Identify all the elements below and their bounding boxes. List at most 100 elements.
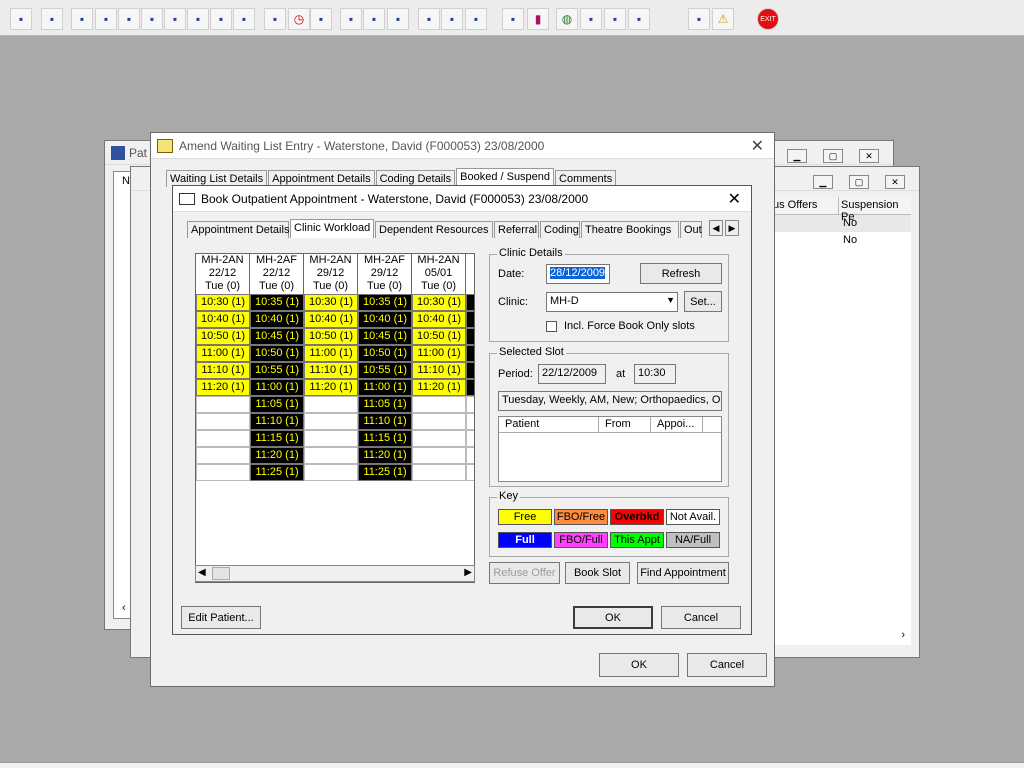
- ok-button[interactable]: OK: [599, 653, 679, 677]
- clock-icon[interactable]: ◷: [288, 8, 310, 30]
- appointment-slot[interactable]: 11:00 (1): [304, 345, 358, 362]
- vehicle-icon[interactable]: ▪: [210, 8, 232, 30]
- empty-slot[interactable]: [196, 464, 250, 481]
- scroll-right-arrow[interactable]: ›: [901, 629, 905, 641]
- appointment-slot[interactable]: 10:40 (1): [250, 311, 304, 328]
- scroll-left-arrow[interactable]: ◀: [198, 567, 206, 578]
- tab-theatre-bookings[interactable]: Theatre Bookings: [581, 221, 679, 238]
- appointment-slot[interactable]: 1: [466, 294, 474, 311]
- period-field[interactable]: 22/12/2009: [538, 364, 606, 384]
- inbox-icon[interactable]: ▪: [580, 8, 602, 30]
- column-header-from[interactable]: From: [599, 417, 651, 432]
- tab-referral[interactable]: Referral: [494, 221, 539, 238]
- appointment-slot[interactable]: 10:40 (1): [358, 311, 412, 328]
- appointment-slot[interactable]: 10:40 (1): [304, 311, 358, 328]
- scroll-left-arrow[interactable]: ‹: [122, 602, 126, 614]
- empty-slot[interactable]: [412, 396, 466, 413]
- empty-slot[interactable]: [412, 430, 466, 447]
- globe-icon[interactable]: ◍: [556, 8, 578, 30]
- refresh-button[interactable]: Refresh: [640, 263, 722, 284]
- column-header-appointment[interactable]: Appoi...: [651, 417, 703, 432]
- tab-clinic-workload[interactable]: Clinic Workload: [290, 219, 374, 238]
- close-icon[interactable]: ✕: [728, 189, 741, 209]
- empty-slot[interactable]: [466, 447, 474, 464]
- minimize-button[interactable]: ▁: [813, 175, 833, 189]
- appointment-slot[interactable]: 11:25 (1): [250, 464, 304, 481]
- appointment-slot[interactable]: 11:20 (1): [304, 379, 358, 396]
- scroll-right-arrow[interactable]: ▶: [464, 567, 472, 578]
- monitor-icon[interactable]: ▪: [310, 8, 332, 30]
- empty-slot[interactable]: [466, 430, 474, 447]
- appointment-slot[interactable]: 1: [466, 379, 474, 396]
- empty-slot[interactable]: [196, 396, 250, 413]
- empty-slot[interactable]: [196, 413, 250, 430]
- target-icon[interactable]: ▪: [387, 8, 409, 30]
- ok-button[interactable]: OK: [573, 606, 653, 629]
- warning-icon[interactable]: ⚠: [712, 8, 734, 30]
- force-book-checkbox[interactable]: [546, 321, 557, 332]
- note-icon[interactable]: ▪: [187, 8, 209, 30]
- appointment-slot[interactable]: 10:40 (1): [196, 311, 250, 328]
- scroll-thumb[interactable]: [212, 567, 230, 580]
- appointment-slot[interactable]: 10:40 (1): [412, 311, 466, 328]
- close-icon[interactable]: ✕: [751, 136, 764, 156]
- maximize-button[interactable]: ▢: [823, 149, 843, 163]
- appointment-slot[interactable]: 1: [466, 328, 474, 345]
- column-header-patient[interactable]: Patient: [499, 417, 599, 432]
- clinic-column-header[interactable]: MH-2AN 29/12 Tue (0): [304, 254, 358, 294]
- table-row[interactable]: No: [771, 232, 911, 249]
- appointment-slot[interactable]: 11:25 (1): [358, 464, 412, 481]
- appointment-slot[interactable]: 1: [466, 345, 474, 362]
- appointment-slot[interactable]: 10:45 (1): [358, 328, 412, 345]
- empty-slot[interactable]: [466, 396, 474, 413]
- chevron-down-icon[interactable]: ▼: [666, 295, 675, 305]
- tab-dependent-resources[interactable]: Dependent Resources: [375, 221, 493, 238]
- empty-slot[interactable]: [466, 464, 474, 481]
- appointment-slot[interactable]: 11:10 (1): [250, 413, 304, 430]
- appointment-slot[interactable]: 11:20 (1): [196, 379, 250, 396]
- user-icon[interactable]: ▪: [10, 8, 32, 30]
- appointment-slot[interactable]: 11:15 (1): [250, 430, 304, 447]
- printer-icon[interactable]: ▪: [41, 8, 63, 30]
- tab-appointment-details[interactable]: Appointment Details: [187, 221, 289, 238]
- clinic-column-header[interactable]: MH-2AF 22/12 Tue (0): [250, 254, 304, 294]
- time-field[interactable]: 10:30: [634, 364, 676, 384]
- document-icon[interactable]: ▪: [363, 8, 385, 30]
- find-appointment-button[interactable]: Find Appointment: [637, 562, 729, 584]
- clinic-column-header[interactable]: MH-2AF 29/12 Tue (0): [358, 254, 412, 294]
- appointment-slot[interactable]: 10:55 (1): [358, 362, 412, 379]
- appointment-slot[interactable]: 11:20 (1): [412, 379, 466, 396]
- horizontal-scrollbar[interactable]: ◀ ▶: [195, 565, 475, 582]
- grid-icon[interactable]: ▪: [118, 8, 140, 30]
- set-button[interactable]: Set...: [684, 291, 722, 312]
- appointment-slot[interactable]: 10:55 (1): [250, 362, 304, 379]
- appointment-slot[interactable]: 11:05 (1): [250, 396, 304, 413]
- person-icon[interactable]: ▪: [164, 8, 186, 30]
- bar-chart-icon[interactable]: ▮: [527, 8, 549, 30]
- empty-slot[interactable]: [466, 413, 474, 430]
- appointment-slot[interactable]: 11:20 (1): [250, 447, 304, 464]
- empty-slot[interactable]: [304, 430, 358, 447]
- appointment-slot[interactable]: 11:10 (1): [412, 362, 466, 379]
- letter-m-icon[interactable]: ▪: [141, 8, 163, 30]
- tab-coding[interactable]: Coding: [540, 221, 580, 238]
- empty-slot[interactable]: [304, 396, 358, 413]
- appointment-slot[interactable]: 11:10 (1): [196, 362, 250, 379]
- appointment-slot[interactable]: 11:00 (1): [196, 345, 250, 362]
- appointment-slot[interactable]: 11:00 (1): [412, 345, 466, 362]
- vehicle-alt-icon[interactable]: ▪: [233, 8, 255, 30]
- maximize-button[interactable]: ▢: [849, 175, 869, 189]
- column-header-suspension[interactable]: Suspension Pe: [839, 197, 911, 223]
- book-slot-button[interactable]: Book Slot: [565, 562, 630, 584]
- appointment-slot[interactable]: 1: [466, 311, 474, 328]
- appointment-slot[interactable]: 11:00 (1): [250, 379, 304, 396]
- appointment-slot[interactable]: 11:05 (1): [358, 396, 412, 413]
- tab-scroll-right[interactable]: ▶: [725, 220, 739, 236]
- minimize-button[interactable]: ▁: [787, 149, 807, 163]
- empty-slot[interactable]: [196, 430, 250, 447]
- stamp-icon[interactable]: ▪: [465, 8, 487, 30]
- folder-edit-icon[interactable]: ▪: [95, 8, 117, 30]
- swap-icon[interactable]: ▪: [688, 8, 710, 30]
- clinic-column-header[interactable]: MH-2AN 22/12 Tue (0): [196, 254, 250, 294]
- appointment-slot[interactable]: 11:10 (1): [358, 413, 412, 430]
